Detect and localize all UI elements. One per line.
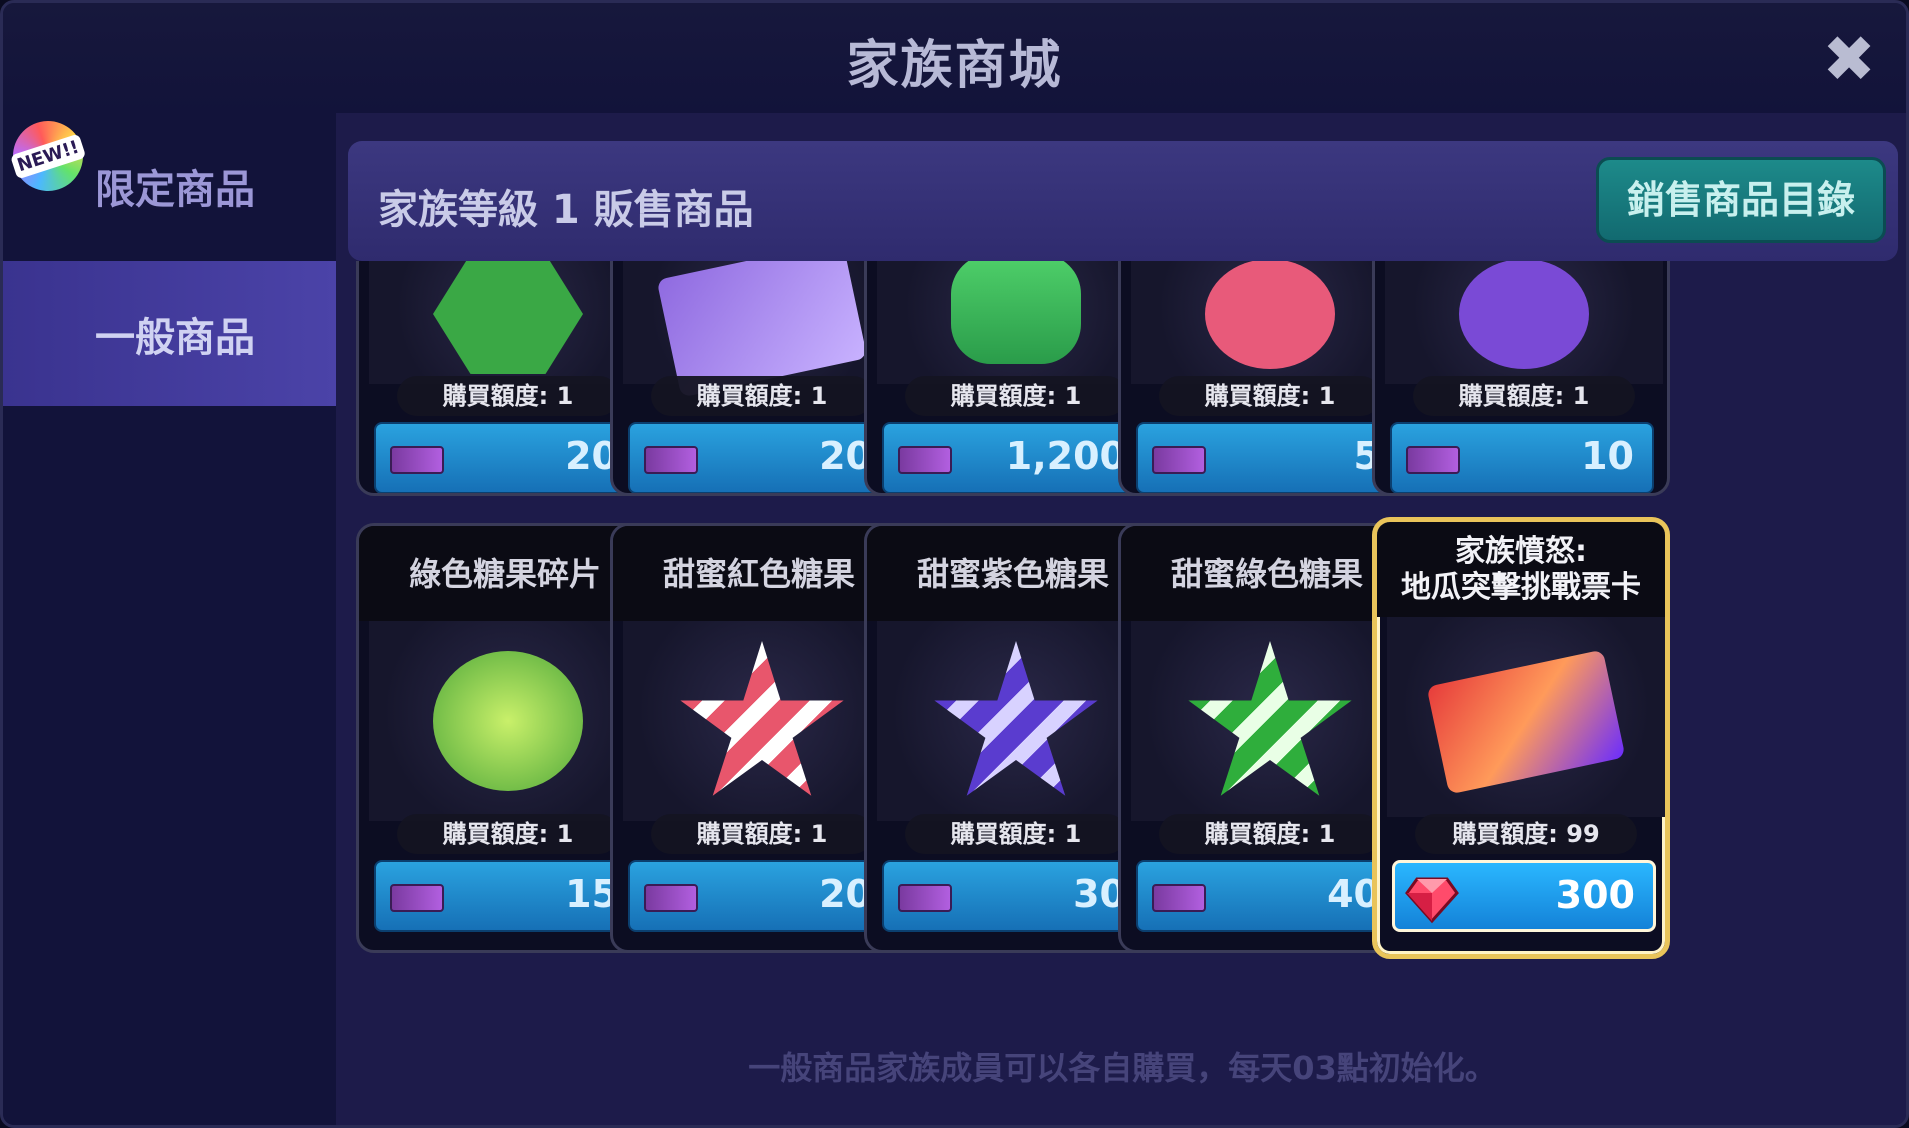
- shop-footnote: 一般商品家族成員可以各自購買，每天03點初始化。: [748, 1049, 1497, 1087]
- ticket-currency-icon: [644, 884, 698, 912]
- sidebar-item-label: 一般商品: [95, 314, 255, 361]
- shop-header-title: 家族等級 1 販售商品: [378, 187, 754, 233]
- buy-button[interactable]: 1,200: [882, 422, 1146, 493]
- green-star-candy-icon: [1188, 641, 1352, 796]
- shop-header: 家族等級 1 販售商品 銷售商品目錄: [348, 141, 1898, 261]
- new-badge-icon: NEW!!: [3, 111, 93, 201]
- item-art: [369, 621, 647, 821]
- item-art: [369, 261, 647, 384]
- close-button[interactable]: ✖: [1814, 25, 1884, 95]
- purple-candy-shards-icon: [1459, 261, 1589, 369]
- purchase-limit: 購買額度: 1: [397, 376, 619, 416]
- ticket-currency-icon: [390, 884, 444, 912]
- ticket-currency-icon: [898, 446, 952, 474]
- ticket-currency-icon: [644, 446, 698, 474]
- shop-window: 家族商城 ✖ NEW!! 限定商品 一般商品 購買額度: 1 20 購買額度: …: [0, 0, 1909, 1128]
- item-title: 甜蜜綠色糖果: [1121, 526, 1413, 621]
- purple-star-candy-icon: [934, 641, 1098, 796]
- main-panel: 購買額度: 1 20 購買額度: 1 20 購買額度: 1 1,200 購買額度…: [336, 113, 1906, 1125]
- purchase-limit: 購買額度: 1: [1413, 376, 1635, 416]
- gift-box-icon: [951, 261, 1081, 364]
- sidebar-item-limited[interactable]: NEW!! 限定商品: [3, 111, 336, 258]
- ticket-currency-icon: [1406, 446, 1460, 474]
- fp-boost-icon: [433, 261, 583, 374]
- buy-button[interactable]: 20: [628, 860, 892, 932]
- purchase-limit: 購買額度: 1: [905, 376, 1127, 416]
- window-title: 家族商城: [846, 36, 1063, 96]
- price: 300: [1555, 873, 1635, 917]
- buy-button[interactable]: 40: [1136, 860, 1400, 932]
- ticket-currency-icon: [390, 446, 444, 474]
- purchase-limit: 購買額度: 1: [651, 814, 873, 854]
- item-art: [877, 261, 1155, 384]
- buy-button[interactable]: 30: [882, 860, 1146, 932]
- item-art: [1131, 621, 1409, 821]
- buy-button[interactable]: 15: [374, 860, 638, 932]
- purchase-limit: 購買額度: 1: [905, 814, 1127, 854]
- item-art: [623, 261, 901, 398]
- catalog-button[interactable]: 銷售商品目錄: [1596, 157, 1886, 243]
- purchase-limit: 購買額度: 99: [1415, 814, 1637, 854]
- buy-button[interactable]: 10: [1390, 422, 1654, 493]
- sidebar-item-label: 限定商品: [95, 166, 255, 213]
- purchase-limit: 購買額度: 1: [397, 814, 619, 854]
- item-art: [1131, 261, 1409, 384]
- buy-button[interactable]: 20: [628, 422, 892, 493]
- item-art: [623, 621, 901, 821]
- price: 1,200: [1005, 434, 1126, 478]
- sidebar-item-general[interactable]: 一般商品: [3, 261, 336, 406]
- shop-item-card[interactable]: 購買額度: 1 10: [1372, 261, 1670, 496]
- ruby-gem-icon: [1405, 877, 1459, 924]
- buy-button[interactable]: 20: [374, 422, 638, 493]
- ticket-currency-icon: [1152, 884, 1206, 912]
- shop-grid[interactable]: 購買額度: 1 20 購買額度: 1 20 購買額度: 1 1,200 購買額度…: [336, 261, 1906, 1001]
- red-star-candy-icon: [680, 641, 844, 796]
- fam-fury-ticket-icon: [1426, 649, 1626, 795]
- title-bar: 家族商城 ✖: [3, 3, 1906, 113]
- green-candy-shards-icon: [433, 651, 583, 791]
- item-art: [877, 621, 1155, 821]
- buy-button[interactable]: 300: [1392, 860, 1656, 932]
- item-title: 甜蜜紫色糖果: [867, 526, 1159, 621]
- item-title: 家族憤怒: 地瓜突擊挑戰票卡: [1377, 522, 1665, 617]
- item-art: [1385, 261, 1663, 384]
- price: 10: [1581, 434, 1634, 478]
- item-title: 甜蜜紅色糖果: [613, 526, 905, 621]
- ticket-currency-icon: [1152, 446, 1206, 474]
- ticket-currency-icon: [898, 884, 952, 912]
- purchase-limit: 購買額度: 1: [1159, 814, 1381, 854]
- buy-button[interactable]: 5: [1136, 422, 1400, 493]
- purchase-limit: 購買額度: 1: [651, 376, 873, 416]
- item-art: [1387, 617, 1665, 817]
- purchase-limit: 購買額度: 1: [1159, 376, 1381, 416]
- shop-item-card-selected[interactable]: 家族憤怒: 地瓜突擊挑戰票卡 購買額度: 99 300: [1372, 517, 1670, 959]
- sidebar: NEW!! 限定商品 一般商品: [3, 111, 336, 1125]
- item-title: 綠色糖果碎片: [359, 526, 651, 621]
- red-candy-shards-icon: [1205, 261, 1335, 369]
